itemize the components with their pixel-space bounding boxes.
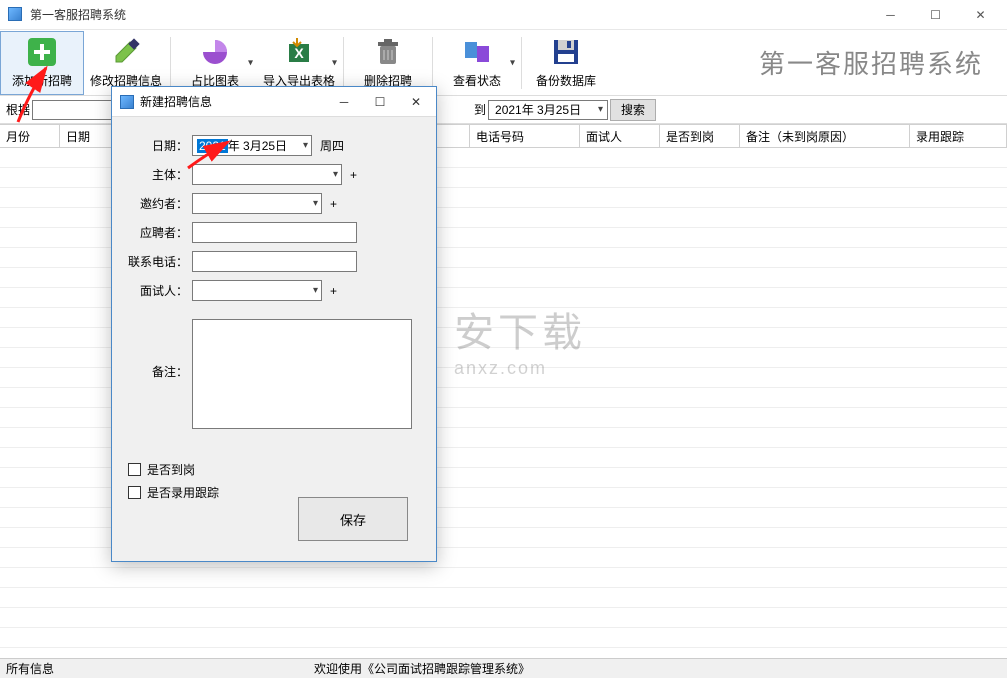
label-interviewer: 面试人： xyxy=(128,282,192,299)
toolbar-separator xyxy=(432,37,433,89)
status-bar: 所有信息 欢迎使用《公司面试招聘跟踪管理系统》 xyxy=(0,658,1007,678)
interviewer-combo[interactable] xyxy=(192,280,322,301)
phone-input[interactable] xyxy=(192,251,357,272)
filter-date-to[interactable]: 2021年 3月25日 xyxy=(488,100,608,120)
dialog-title: 新建招聘信息 xyxy=(140,93,326,110)
chevron-down-icon: ▾ xyxy=(248,57,253,68)
brand-text: 第一客服招聘系统 xyxy=(759,44,1007,81)
delete-icon xyxy=(372,36,404,68)
weekday-label: 周四 xyxy=(320,137,344,154)
chevron-down-icon: ▾ xyxy=(510,57,515,68)
checkbox-arrived-label: 是否到岗 xyxy=(147,461,195,478)
status-icon xyxy=(461,36,493,68)
chevron-down-icon: ▾ xyxy=(332,57,337,68)
backup-icon xyxy=(550,36,582,68)
col-arrived[interactable]: 是否到岗 xyxy=(660,125,740,147)
toolbar-backup-label: 备份数据库 xyxy=(536,72,596,89)
svg-text:X: X xyxy=(294,45,304,61)
add-icon xyxy=(26,36,58,68)
maximize-button[interactable]: ☐ xyxy=(913,1,958,29)
inviter-add-button[interactable]: + xyxy=(330,197,337,211)
toolbar-add-label: 添加新招聘 xyxy=(12,72,72,89)
dialog-titlebar[interactable]: 新建招聘信息 ─ ☐ ✕ xyxy=(112,87,436,117)
main-titlebar: 第一客服招聘系统 ─ ☐ ✕ xyxy=(0,0,1007,30)
dialog-close-button[interactable]: ✕ xyxy=(398,88,434,116)
label-phone: 联系电话： xyxy=(128,253,192,270)
dialog-body: 日期： 2021年 3月25日 周四 主体： + 邀约者： + 应聘者： 联系电… xyxy=(112,117,436,519)
toolbar-separator xyxy=(521,37,522,89)
toolbar-import-export-button[interactable]: X 导入导出表格 ▾ xyxy=(257,31,341,95)
toolbar-chart-button[interactable]: 占比图表 ▾ xyxy=(173,31,257,95)
import-export-icon: X xyxy=(283,36,315,68)
toolbar-delete-button[interactable]: 删除招聘 xyxy=(346,31,430,95)
toolbar-backup-button[interactable]: 备份数据库 xyxy=(524,31,608,95)
toolbar-status-button[interactable]: 查看状态 ▾ xyxy=(435,31,519,95)
chart-icon xyxy=(199,36,231,68)
search-button[interactable]: 搜索 xyxy=(610,99,656,121)
toolbar-separator xyxy=(343,37,344,89)
subject-combo[interactable] xyxy=(192,164,342,185)
label-subject: 主体： xyxy=(128,166,192,183)
label-applicant: 应聘者： xyxy=(128,224,192,241)
label-remark: 备注： xyxy=(128,363,192,380)
subject-add-button[interactable]: + xyxy=(350,168,357,182)
app-icon xyxy=(8,7,24,23)
checkbox-arrived[interactable] xyxy=(128,463,141,476)
checkbox-arrived-row[interactable]: 是否到岗 xyxy=(128,461,420,478)
close-button[interactable]: ✕ xyxy=(958,1,1003,29)
app-title: 第一客服招聘系统 xyxy=(30,6,868,23)
col-interviewer[interactable]: 面试人 xyxy=(580,125,660,147)
checkbox-track-label: 是否录用跟踪 xyxy=(147,484,219,501)
new-record-dialog: 新建招聘信息 ─ ☐ ✕ 日期： 2021年 3月25日 周四 主体： + 邀约… xyxy=(111,86,437,562)
col-track[interactable]: 录用跟踪 xyxy=(910,125,1007,147)
dialog-maximize-button[interactable]: ☐ xyxy=(362,88,398,116)
toolbar-separator xyxy=(170,37,171,89)
col-remark[interactable]: 备注（未到岗原因） xyxy=(740,125,910,147)
dialog-minimize-button[interactable]: ─ xyxy=(326,88,362,116)
edit-icon xyxy=(110,36,142,68)
inviter-combo[interactable] xyxy=(192,193,322,214)
save-button[interactable]: 保存 xyxy=(298,497,408,541)
toolbar-add-button[interactable]: 添加新招聘 xyxy=(0,31,84,95)
toolbar-status-label: 查看状态 xyxy=(453,72,501,89)
save-button-label: 保存 xyxy=(340,510,366,529)
filter-label: 根据 xyxy=(6,101,30,118)
label-date: 日期： xyxy=(128,137,192,154)
date-picker[interactable]: 2021年 3月25日 xyxy=(192,135,312,156)
status-left: 所有信息 xyxy=(6,660,54,677)
date-rest: 年 3月25日 xyxy=(228,137,287,154)
date-year-selected: 2021 xyxy=(197,139,228,153)
dialog-icon xyxy=(120,95,134,109)
filter-to-label: 到 xyxy=(474,101,486,118)
remark-textarea[interactable] xyxy=(192,319,412,429)
col-month[interactable]: 月份 xyxy=(0,125,60,147)
checkbox-track[interactable] xyxy=(128,486,141,499)
applicant-input[interactable] xyxy=(192,222,357,243)
status-center: 欢迎使用《公司面试招聘跟踪管理系统》 xyxy=(314,660,530,677)
col-phone[interactable]: 电话号码 xyxy=(470,125,580,147)
label-inviter: 邀约者： xyxy=(128,195,192,212)
minimize-button[interactable]: ─ xyxy=(868,1,913,29)
interviewer-add-button[interactable]: + xyxy=(330,284,337,298)
toolbar-edit-button[interactable]: 修改招聘信息 xyxy=(84,31,168,95)
